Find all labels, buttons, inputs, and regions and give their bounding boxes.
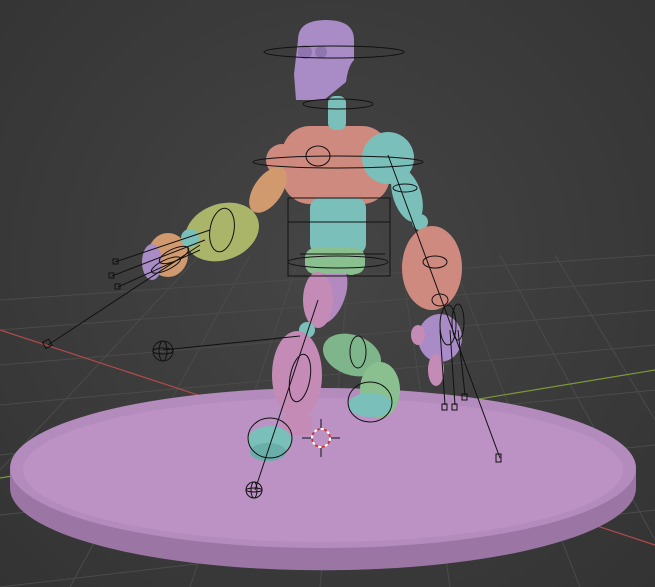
3d-viewport[interactable] [0, 0, 655, 587]
neck[interactable] [328, 96, 346, 130]
left-shin[interactable] [272, 331, 322, 419]
torso-abdomen[interactable] [310, 198, 366, 254]
viewport-canvas[interactable] [0, 0, 655, 587]
platform[interactable] [10, 388, 636, 571]
head[interactable] [294, 20, 354, 100]
